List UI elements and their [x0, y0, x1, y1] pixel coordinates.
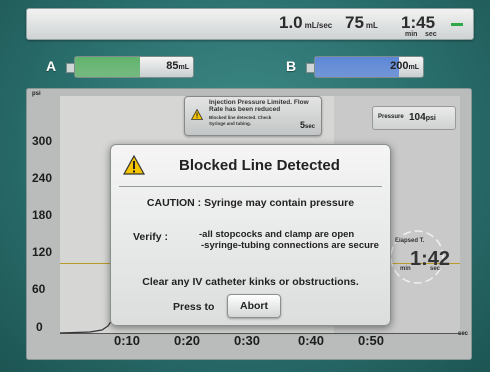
dialog-divider	[119, 186, 382, 187]
x-axis-unit: sec	[457, 331, 468, 337]
x-tick-0-50: 0:50	[358, 333, 385, 348]
y-tick-60: 60	[32, 282, 46, 296]
time-readout: 1:45	[401, 13, 435, 33]
verify-stopcocks: -all stopcocks and clamp are open	[199, 229, 355, 240]
y-tick-240: 240	[32, 171, 53, 185]
time-value: 1:45	[401, 13, 436, 32]
flow-rate-readout: 1.0 mL/sec	[279, 13, 332, 33]
volume-readout: 75 mL	[345, 13, 378, 33]
y-axis-unit: psi	[32, 91, 41, 97]
pressure-readout: Pressure 104psi	[372, 106, 456, 130]
notice-warning-icon	[191, 109, 203, 120]
syringe-a-volume: 85mL	[166, 60, 189, 72]
pressure-value: 104	[409, 112, 426, 123]
pressure-unit: psi	[425, 115, 436, 122]
status-indicator	[451, 23, 463, 26]
syringe-a-value: 85	[166, 60, 179, 72]
syringe-b[interactable]: 200mL	[314, 56, 424, 78]
syringe-b-unit: mL	[408, 64, 420, 71]
notice-title: Injection Pressure Limited. Flow Rate ha…	[209, 99, 309, 113]
verify-label: Verify :	[133, 231, 169, 243]
notice-countdown: 5sec	[300, 120, 315, 130]
status-bar: 1.0 mL/sec 75 mL 1:45 min sec	[26, 8, 474, 40]
pressure-limited-notice: Injection Pressure Limited. Flow Rate ha…	[184, 96, 322, 136]
caution-text: CAUTION : Syringe may contain pressure	[146, 197, 355, 209]
syringe-a-label: A	[46, 58, 57, 74]
y-tick-120: 120	[32, 245, 53, 259]
syringe-a-fill	[75, 57, 140, 77]
x-tick-0-40: 0:40	[298, 333, 325, 348]
time-sec-label: sec	[425, 31, 437, 38]
y-tick-0: 0	[36, 320, 43, 334]
elapsed-label: Elapsed T.	[395, 238, 425, 244]
y-tick-180: 180	[32, 208, 53, 222]
pressure-label: Pressure	[378, 114, 404, 120]
x-tick-0-20: 0:20	[174, 333, 201, 348]
notice-countdown-unit: sec	[304, 124, 315, 130]
syringe-b-label: B	[286, 58, 297, 74]
clear-kinks-text: Clear any IV catheter kinks or obstructi…	[142, 276, 359, 288]
volume-value: 75	[345, 13, 364, 32]
syringe-a-unit: mL	[178, 64, 190, 71]
verify-connections: -syringe-tubing connections are secure	[201, 240, 379, 251]
syringe-b-fill	[315, 57, 400, 77]
syringe-b-volume: 200mL	[390, 60, 419, 72]
abort-button[interactable]: Abort	[227, 294, 281, 318]
volume-unit: mL	[365, 21, 378, 30]
y-tick-300: 300	[32, 134, 53, 148]
dialog-title: Blocked Line Detected	[179, 157, 340, 174]
flow-rate-value: 1.0	[279, 13, 303, 32]
elapsed-min-label: min	[400, 266, 411, 272]
elapsed-sec-label: sec	[430, 266, 441, 272]
x-tick-0-10: 0:10	[114, 333, 141, 348]
notice-body: Blocked line detected. Check Syringe and…	[209, 115, 272, 126]
pressure-value-wrap: 104psi	[409, 112, 436, 123]
syringe-a[interactable]: 85mL	[74, 56, 194, 78]
x-tick-0-30: 0:30	[234, 333, 261, 348]
flow-rate-unit: mL/sec	[304, 21, 333, 30]
blocked-line-dialog: Blocked Line Detected CAUTION : Syringe …	[110, 144, 391, 326]
time-min-label: min	[405, 31, 418, 38]
syringe-b-value: 200	[390, 60, 409, 72]
press-to-label: Press to	[173, 301, 215, 313]
